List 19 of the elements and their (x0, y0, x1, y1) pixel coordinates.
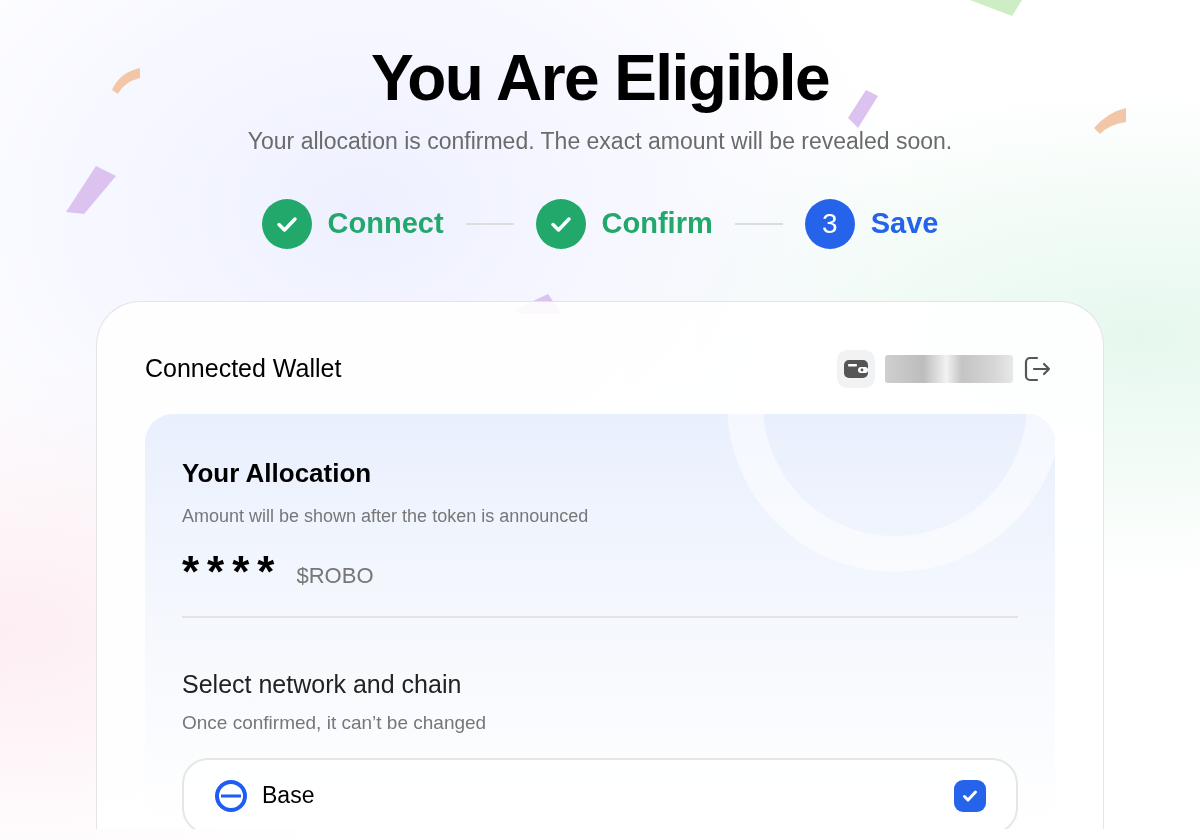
step-label: Save (870, 205, 939, 241)
card-title: Connected Wallet (145, 352, 342, 384)
network-option[interactable]: Base (182, 757, 1018, 829)
logout-icon[interactable] (1023, 354, 1051, 383)
page-subtitle: Your allocation is confirmed. The exact amount will be revealed soon. (247, 127, 953, 156)
allocation-title: Your Allocation (182, 456, 373, 490)
wallet-icon (837, 349, 875, 388)
page-title: You Are Eligible (371, 41, 829, 116)
step-label: Connect (327, 205, 444, 241)
option-label: Base (262, 781, 316, 811)
step-number: 3 (804, 198, 855, 249)
checkbox[interactable] (954, 779, 986, 812)
token-symbol: $ROBO (296, 561, 374, 590)
section-title: Select network and chain (182, 668, 463, 700)
section-note: Once confirmed, it can’t be changed (182, 711, 488, 735)
circle-logo-icon (214, 778, 248, 813)
masked-amount: **** (182, 551, 283, 592)
step-label: Confirm (601, 205, 713, 241)
allocation-note: Amount will be shown after the token is announced (182, 504, 590, 528)
